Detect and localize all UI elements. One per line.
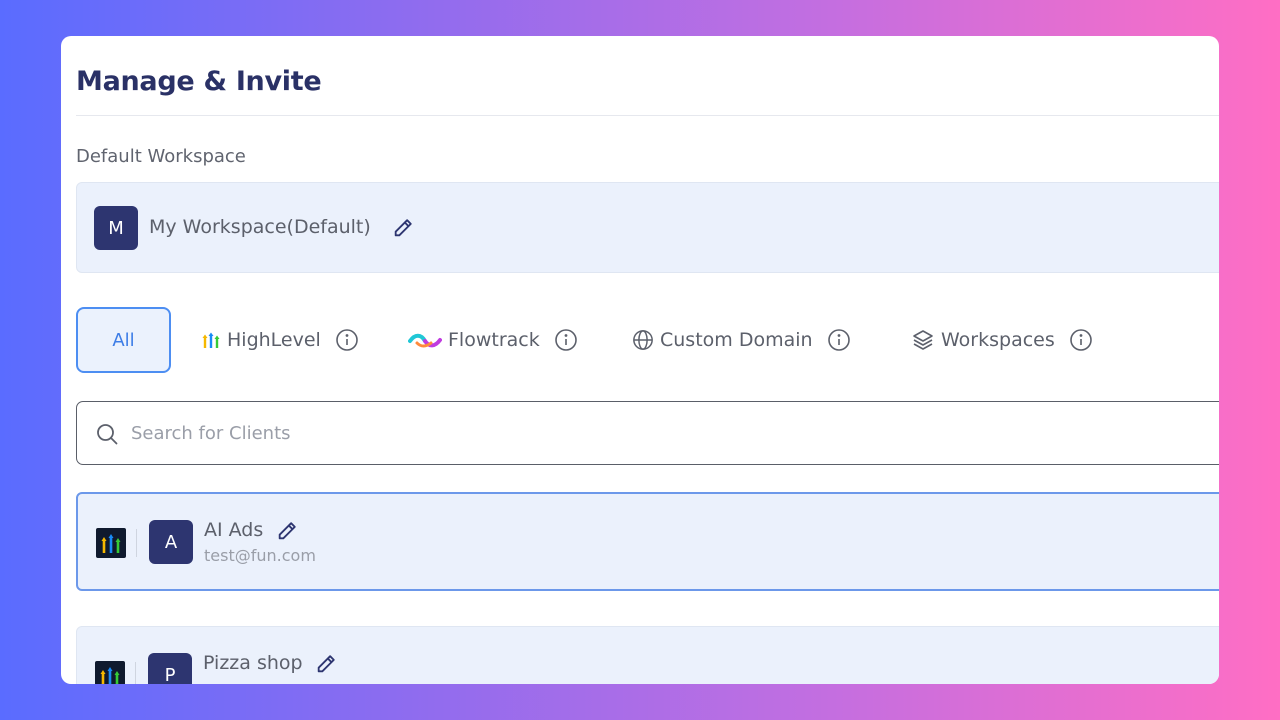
client-search-box[interactable] [76, 401, 1219, 465]
client-email: test@fun.com [204, 546, 316, 565]
custom-domain-info-icon[interactable] [827, 328, 851, 352]
search-icon [95, 422, 119, 450]
search-input[interactable] [131, 416, 831, 450]
filter-all-button[interactable]: All [76, 307, 171, 373]
default-workspace-label: Default Workspace [76, 146, 246, 167]
layers-icon [911, 328, 935, 352]
default-workspace-card[interactable]: M My Workspace(Default) [76, 182, 1219, 273]
highlevel-info-icon[interactable] [335, 328, 359, 352]
filter-flowtrack[interactable]: Flowtrack [408, 307, 578, 373]
page-title: Manage & Invite [76, 66, 322, 97]
client-avatar: P [148, 653, 192, 684]
manage-invite-panel: Manage & Invite Default Workspace M My W… [61, 36, 1219, 684]
filter-highlevel-label: HighLevel [227, 329, 321, 351]
workspace-avatar: M [94, 206, 138, 250]
client-row[interactable]: A AI Ads test@fun.com [76, 492, 1219, 591]
client-avatar: A [149, 520, 193, 564]
row-divider [136, 529, 137, 557]
flowtrack-icon [408, 330, 442, 350]
filter-highlevel[interactable]: HighLevel [201, 307, 359, 373]
filter-custom-domain[interactable]: Custom Domain [632, 307, 851, 373]
highlevel-logo-icon [96, 528, 126, 558]
flowtrack-info-icon[interactable] [554, 328, 578, 352]
highlevel-logo-icon [95, 661, 125, 684]
highlevel-icon [201, 330, 221, 350]
filter-custom-domain-label: Custom Domain [660, 329, 813, 351]
edit-client-pencil-icon[interactable] [315, 653, 337, 675]
row-divider [135, 662, 136, 684]
title-divider [76, 115, 1219, 116]
filter-workspaces[interactable]: Workspaces [911, 307, 1093, 373]
workspaces-info-icon[interactable] [1069, 328, 1093, 352]
client-row[interactable]: P Pizza shop [76, 626, 1219, 684]
workspace-name: My Workspace(Default) [149, 216, 371, 238]
filter-flowtrack-label: Flowtrack [448, 329, 540, 351]
edit-workspace-pencil-icon[interactable] [392, 217, 414, 239]
filter-tabs: All HighLevel Flowtrack Custom Domain Wo… [76, 307, 1176, 373]
filter-workspaces-label: Workspaces [941, 329, 1055, 351]
edit-client-pencil-icon[interactable] [276, 520, 298, 542]
client-name: AI Ads [204, 519, 264, 541]
globe-icon [632, 329, 654, 351]
client-name: Pizza shop [203, 652, 303, 674]
